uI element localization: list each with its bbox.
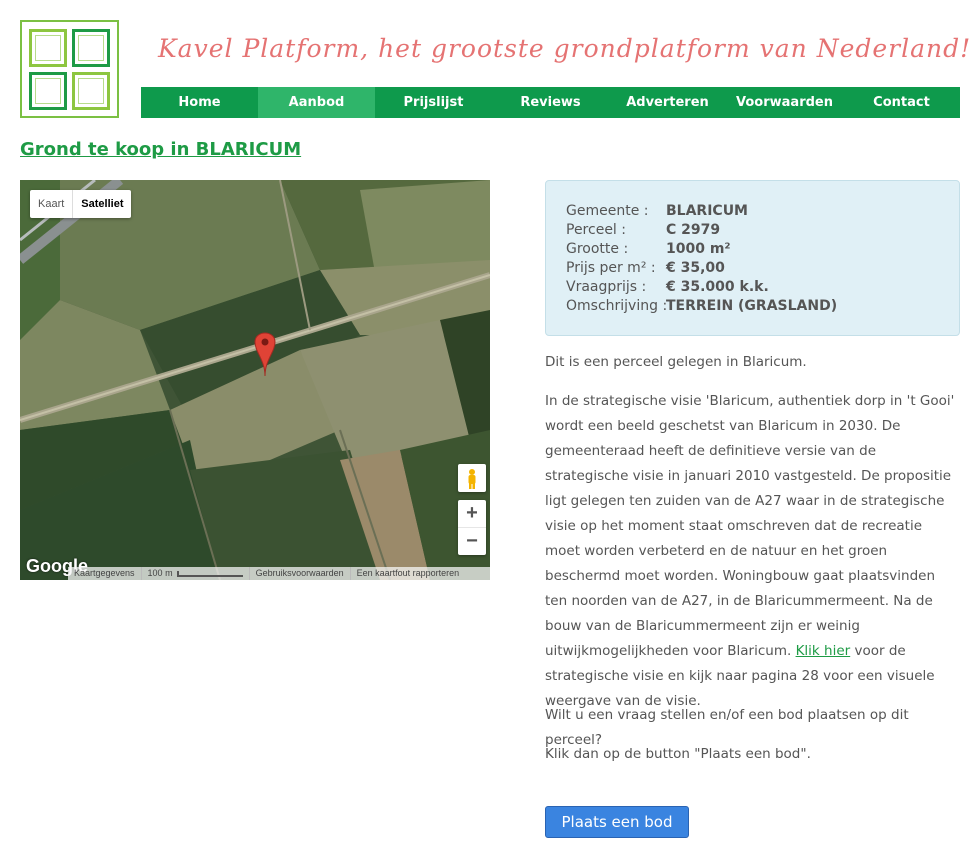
map-footer: Kaartgegevens 100 m Gebruiksvoorwaarden … <box>68 567 490 580</box>
satellite-imagery <box>20 180 490 580</box>
map-type-satellite-button[interactable]: Satelliet <box>72 190 131 218</box>
street-view-pegman-icon[interactable] <box>458 464 486 492</box>
detail-label: Perceel : <box>566 222 626 238</box>
logo-square <box>72 29 110 67</box>
nav-item-home[interactable]: Home <box>141 87 258 118</box>
strategic-vision-link[interactable]: Klik hier <box>796 643 851 659</box>
detail-value: TERREIN (GRASLAND) <box>666 298 838 314</box>
map-type-toggle: Kaart Satelliet <box>30 190 132 218</box>
zoom-out-button[interactable]: − <box>458 527 486 554</box>
nav-item-adverteren[interactable]: Adverteren <box>609 87 726 118</box>
detail-label: Grootte : <box>566 241 629 257</box>
detail-label: Prijs per m² : <box>566 260 656 276</box>
page-title[interactable]: Grond te koop in BLARICUM <box>20 139 301 160</box>
logo-square <box>72 72 110 110</box>
nav-item-aanbod[interactable]: Aanbod <box>258 87 375 118</box>
detail-label: Omschrijving : <box>566 298 668 314</box>
map-report-link[interactable]: Een kaartfout rapporteren <box>351 567 466 580</box>
detail-value: C 2979 <box>666 222 721 238</box>
detail-value: BLARICUM <box>666 203 748 219</box>
nav-item-contact[interactable]: Contact <box>843 87 960 118</box>
map-type-map-button[interactable]: Kaart <box>30 190 72 218</box>
description-instruction: Klik dan op de button "Plaats een bod". <box>545 746 811 762</box>
nav-item-voorwaarden[interactable]: Voorwaarden <box>726 87 843 118</box>
map-scale-label: 100 m <box>147 568 173 578</box>
site-logo[interactable] <box>20 20 119 118</box>
nav-item-prijslijst[interactable]: Prijslijst <box>375 87 492 118</box>
map-scale-bar <box>176 570 243 577</box>
map-scale: 100 m <box>142 567 250 580</box>
map-terms-link[interactable]: Gebruiksvoorwaarden <box>250 567 351 580</box>
parcel-details-box: Gemeente : BLARICUM Perceel : C 2979 Gro… <box>545 180 960 336</box>
map-zoom-control: + − <box>458 500 486 555</box>
description-text: In de strategische visie 'Blaricum, auth… <box>545 393 955 659</box>
satellite-map[interactable]: Kaart Satelliet + − Google Kaartgegevens… <box>20 180 490 580</box>
logo-square <box>29 72 67 110</box>
detail-value: € 35.000 k.k. <box>666 279 769 295</box>
zoom-in-button[interactable]: + <box>458 500 486 527</box>
site-tagline: Kavel Platform, het grootste grondplatfo… <box>158 34 972 63</box>
place-bid-button[interactable]: Plaats een bod <box>545 806 689 838</box>
nav-item-reviews[interactable]: Reviews <box>492 87 609 118</box>
detail-value: 1000 m² <box>666 241 731 257</box>
map-data-link[interactable]: Kaartgegevens <box>68 567 142 580</box>
detail-label: Vraagprijs : <box>566 279 647 295</box>
detail-value: € 35,00 <box>666 260 725 276</box>
description-intro: Dit is een perceel gelegen in Blaricum. <box>545 354 807 370</box>
main-nav: Home Aanbod Prijslijst Reviews Advertere… <box>141 87 960 118</box>
logo-square <box>29 29 67 67</box>
detail-label: Gemeente : <box>566 203 649 219</box>
description-body: In de strategische visie 'Blaricum, auth… <box>545 389 960 714</box>
